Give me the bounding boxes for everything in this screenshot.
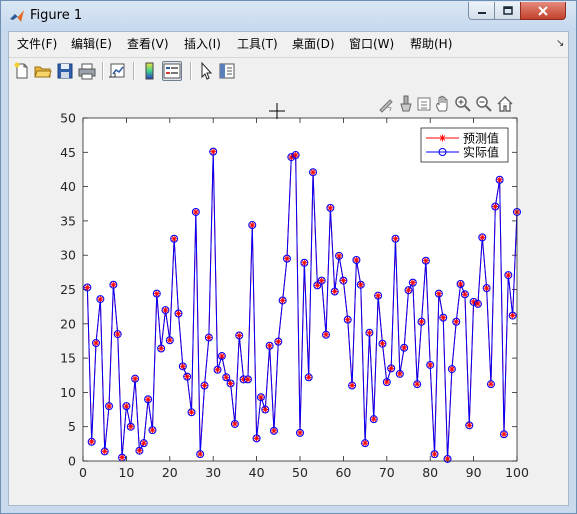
new-figure-icon[interactable] — [12, 61, 32, 81]
y-tick-label: 45 — [60, 145, 76, 160]
open-file-icon[interactable] — [33, 61, 53, 81]
menu-desktop[interactable]: 桌面(D) — [292, 36, 335, 52]
x-tick-label: 50 — [292, 465, 308, 480]
colorbar-icon[interactable] — [140, 61, 160, 81]
save-icon[interactable] — [55, 61, 75, 81]
y-tick-label: 35 — [60, 213, 76, 228]
maximize-button[interactable] — [494, 2, 520, 20]
x-tick-label: 0 — [79, 465, 87, 480]
x-tick-label: 30 — [205, 465, 221, 480]
print-icon[interactable] — [77, 61, 97, 81]
x-tick-label: 10 — [118, 465, 134, 480]
x-tick-label: 70 — [379, 465, 395, 480]
menu-edit[interactable]: 编辑(E) — [71, 36, 112, 52]
x-tick-label: 20 — [162, 465, 178, 480]
legend-marker-predicted — [439, 134, 446, 142]
edit-plot-icon[interactable] — [196, 61, 216, 81]
menu-view[interactable]: 查看(V) — [127, 36, 169, 52]
close-icon — [538, 5, 548, 16]
crosshair-cursor-icon — [269, 103, 285, 119]
menu-dock-arrow-icon[interactable]: ↘ — [556, 38, 564, 49]
menu-help[interactable]: 帮助(H) — [410, 36, 452, 52]
minimize-button[interactable] — [468, 2, 494, 20]
title-bar[interactable]: Figure 1 — [1, 1, 576, 31]
toolbar-separator — [190, 62, 192, 80]
y-tick-label: 50 — [60, 111, 76, 126]
menu-window[interactable]: 窗口(W) — [349, 36, 394, 52]
toolbar-separator — [133, 62, 135, 80]
line-chart[interactable]: 0 10 20 30 40 50 60 70 80 90 100 0 5 10 15 20 25 30 35 40 45… — [9, 85, 568, 505]
y-tick-label: 30 — [60, 248, 76, 263]
y-tick-label: 15 — [60, 351, 76, 366]
maximize-icon — [502, 5, 513, 15]
y-tick-label: 25 — [60, 282, 76, 297]
y-tick-label: 5 — [68, 419, 76, 434]
legend-toggle-button[interactable] — [162, 61, 182, 81]
legend-label-predicted: 预测值 — [463, 131, 499, 146]
property-inspector-icon[interactable] — [217, 61, 237, 81]
y-tick-label: 10 — [60, 385, 76, 400]
x-tick-label: 60 — [335, 465, 351, 480]
menu-bar: 文件(F) 编辑(E) 查看(V) 插入(I) 工具(T) 桌面(D) 窗口(W… — [9, 32, 568, 56]
window-client-area: 文件(F) 编辑(E) 查看(V) 插入(I) 工具(T) 桌面(D) 窗口(W… — [8, 31, 569, 506]
x-tick-label: 40 — [249, 465, 265, 480]
x-tick-label: 100 — [505, 465, 529, 480]
menu-tools[interactable]: 工具(T) — [237, 36, 278, 52]
menu-file[interactable]: 文件(F) — [17, 36, 57, 52]
y-tick-label: 20 — [60, 316, 76, 331]
legend-label-actual: 实际值 — [463, 145, 499, 160]
y-tick-label: 0 — [68, 454, 76, 469]
y-tick-label: 40 — [60, 179, 76, 194]
x-tick-label: 80 — [422, 465, 438, 480]
figure-canvas[interactable]: 0 10 20 30 40 50 60 70 80 90 100 0 5 10 15 20 25 30 35 40 45… — [9, 85, 568, 505]
close-button[interactable] — [520, 2, 566, 20]
figure-window: Figure 1 文件(F) 编辑(E) 查看(V) 插入(I) 工具(T) 桌… — [0, 0, 577, 514]
x-tick-label: 90 — [466, 465, 482, 480]
legend-icon — [163, 63, 181, 79]
minimize-icon — [477, 11, 486, 14]
link-plot-icon[interactable] — [108, 61, 128, 81]
window-title: Figure 1 — [30, 8, 83, 23]
menu-insert[interactable]: 插入(I) — [184, 36, 221, 52]
toolbar-separator — [102, 62, 104, 80]
matlab-logo-icon — [10, 10, 24, 22]
figure-toolbar — [9, 57, 568, 86]
